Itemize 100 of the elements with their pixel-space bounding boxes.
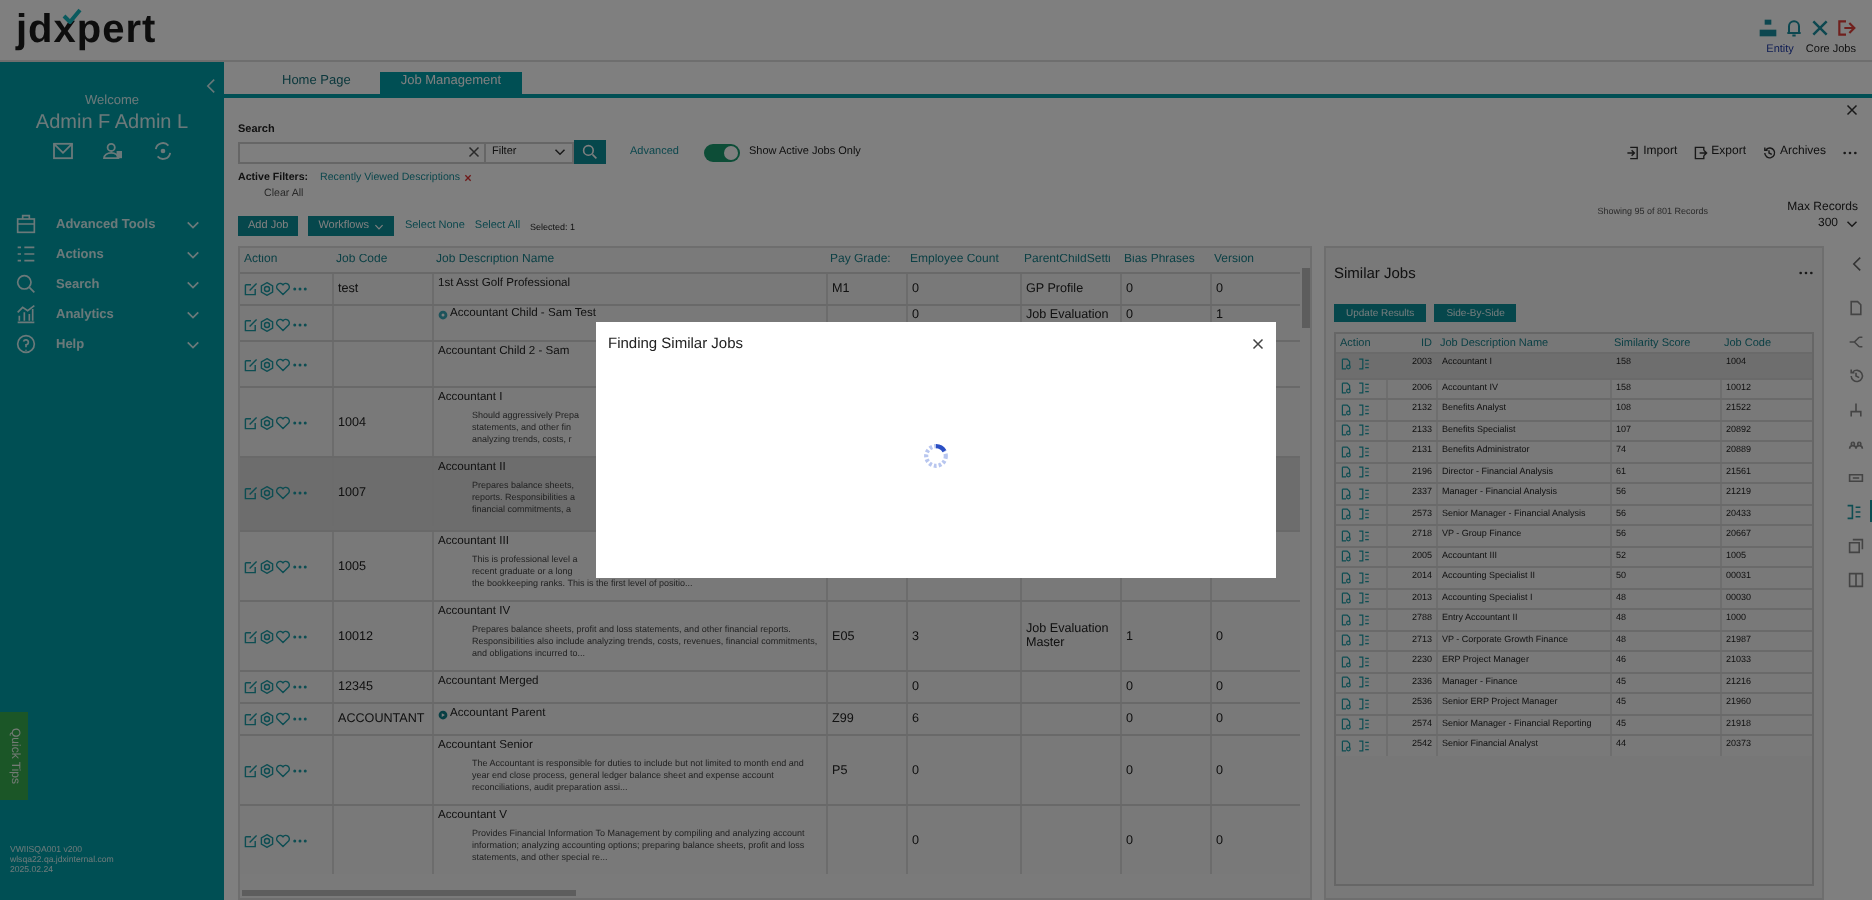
- compare-icon[interactable]: [1358, 357, 1370, 370]
- document-search-icon[interactable]: [1340, 655, 1352, 668]
- document-search-icon[interactable]: [1340, 403, 1352, 416]
- more-icon[interactable]: [1798, 269, 1814, 275]
- compare-icon[interactable]: [1358, 634, 1370, 647]
- edit-icon[interactable]: [244, 317, 258, 331]
- gear-icon[interactable]: [260, 763, 274, 777]
- logout-icon[interactable]: [1836, 17, 1856, 37]
- more-icon[interactable]: [292, 419, 308, 425]
- document-search-icon[interactable]: [1340, 382, 1352, 395]
- compare-icon[interactable]: [1358, 655, 1370, 668]
- more-icon[interactable]: [292, 361, 308, 367]
- edit-icon[interactable]: [244, 629, 258, 643]
- gear-icon[interactable]: [260, 415, 274, 429]
- heart-icon[interactable]: [276, 680, 290, 694]
- document-search-icon[interactable]: [1340, 508, 1352, 521]
- compare-icon[interactable]: [1358, 550, 1370, 563]
- sync-icon[interactable]: [151, 142, 173, 160]
- close-icon[interactable]: [1846, 103, 1858, 115]
- heart-icon[interactable]: [276, 357, 290, 371]
- more-icon[interactable]: [292, 684, 308, 690]
- heart-icon[interactable]: [276, 763, 290, 777]
- search-field[interactable]: [238, 141, 486, 163]
- more-icon[interactable]: [292, 837, 308, 843]
- mail-icon[interactable]: [51, 142, 73, 160]
- document-search-icon[interactable]: [1340, 550, 1352, 563]
- compare-icon[interactable]: [1358, 718, 1370, 731]
- gear-icon[interactable]: [260, 485, 274, 499]
- more-icon[interactable]: [292, 489, 308, 495]
- document-search-icon[interactable]: [1340, 676, 1352, 689]
- document-search-icon[interactable]: [1340, 697, 1352, 710]
- compare-icon[interactable]: [1358, 613, 1370, 626]
- gear-icon[interactable]: [260, 712, 274, 726]
- document-search-icon[interactable]: [1340, 571, 1352, 584]
- heart-icon[interactable]: [276, 629, 290, 643]
- gear-icon[interactable]: [260, 629, 274, 643]
- document-search-icon[interactable]: [1340, 718, 1352, 731]
- table-row[interactable]: [240, 734, 1300, 804]
- document-search-icon[interactable]: [1340, 634, 1352, 647]
- document-search-icon[interactable]: [1340, 592, 1352, 605]
- heart-icon[interactable]: [276, 282, 290, 296]
- document-search-icon[interactable]: [1340, 613, 1352, 626]
- edit-icon[interactable]: [244, 763, 258, 777]
- import-icon: [1625, 145, 1640, 159]
- more-icon[interactable]: [292, 633, 308, 639]
- edit-icon[interactable]: [244, 559, 258, 573]
- gear-icon[interactable]: [260, 680, 274, 694]
- edit-icon[interactable]: [244, 680, 258, 694]
- document-search-icon[interactable]: [1340, 487, 1352, 500]
- more-icon[interactable]: [1842, 149, 1858, 155]
- document-search-icon[interactable]: [1340, 466, 1352, 479]
- heart-icon[interactable]: [276, 317, 290, 331]
- edit-icon[interactable]: [244, 282, 258, 296]
- person-icon[interactable]: [101, 142, 123, 160]
- gear-icon[interactable]: [260, 317, 274, 331]
- document-search-icon[interactable]: [1340, 739, 1352, 752]
- document-search-icon[interactable]: [1340, 529, 1352, 542]
- collapse-icon[interactable]: [1851, 256, 1861, 272]
- more-icon[interactable]: [292, 286, 308, 292]
- compare-icon[interactable]: [1358, 487, 1370, 500]
- gear-icon[interactable]: [260, 357, 274, 371]
- gear-icon[interactable]: [260, 833, 274, 847]
- clear-icon[interactable]: [468, 146, 480, 158]
- edit-icon[interactable]: [244, 485, 258, 499]
- edit-icon[interactable]: [244, 357, 258, 371]
- compare-icon[interactable]: [1358, 676, 1370, 689]
- compare-icon[interactable]: [1358, 697, 1370, 710]
- toggle-switch[interactable]: [704, 143, 741, 161]
- document-search-icon[interactable]: [1340, 445, 1352, 458]
- gear-icon[interactable]: [260, 559, 274, 573]
- compare-icon[interactable]: [1358, 739, 1370, 752]
- document-search-icon[interactable]: [1340, 357, 1352, 370]
- more-icon[interactable]: [292, 563, 308, 569]
- heart-icon[interactable]: [276, 712, 290, 726]
- search-button[interactable]: [574, 140, 606, 164]
- heart-icon[interactable]: [276, 415, 290, 429]
- compare-icon[interactable]: [1358, 403, 1370, 416]
- compare-icon[interactable]: [1358, 466, 1370, 479]
- more-icon[interactable]: [292, 321, 308, 327]
- more-icon[interactable]: [292, 767, 308, 773]
- edit-icon[interactable]: [244, 833, 258, 847]
- compare-icon[interactable]: [1358, 424, 1370, 437]
- compare-icon[interactable]: [1358, 571, 1370, 584]
- document-search-icon[interactable]: [1340, 424, 1352, 437]
- compare-icon[interactable]: [1358, 508, 1370, 521]
- more-icon[interactable]: [292, 716, 308, 722]
- close-icon[interactable]: [1252, 337, 1264, 349]
- edit-icon[interactable]: [244, 415, 258, 429]
- compare-icon[interactable]: [1358, 445, 1370, 458]
- gear-icon[interactable]: [260, 282, 274, 296]
- heart-icon[interactable]: [276, 485, 290, 499]
- heart-icon[interactable]: [276, 833, 290, 847]
- compare-icon[interactable]: [1358, 529, 1370, 542]
- compare-icon[interactable]: [1358, 592, 1370, 605]
- bell-icon[interactable]: [1784, 17, 1804, 37]
- remove-icon[interactable]: [464, 174, 473, 182]
- table-row[interactable]: [240, 600, 1300, 670]
- compare-icon[interactable]: [1358, 382, 1370, 395]
- edit-icon[interactable]: [244, 712, 258, 726]
- heart-icon[interactable]: [276, 559, 290, 573]
